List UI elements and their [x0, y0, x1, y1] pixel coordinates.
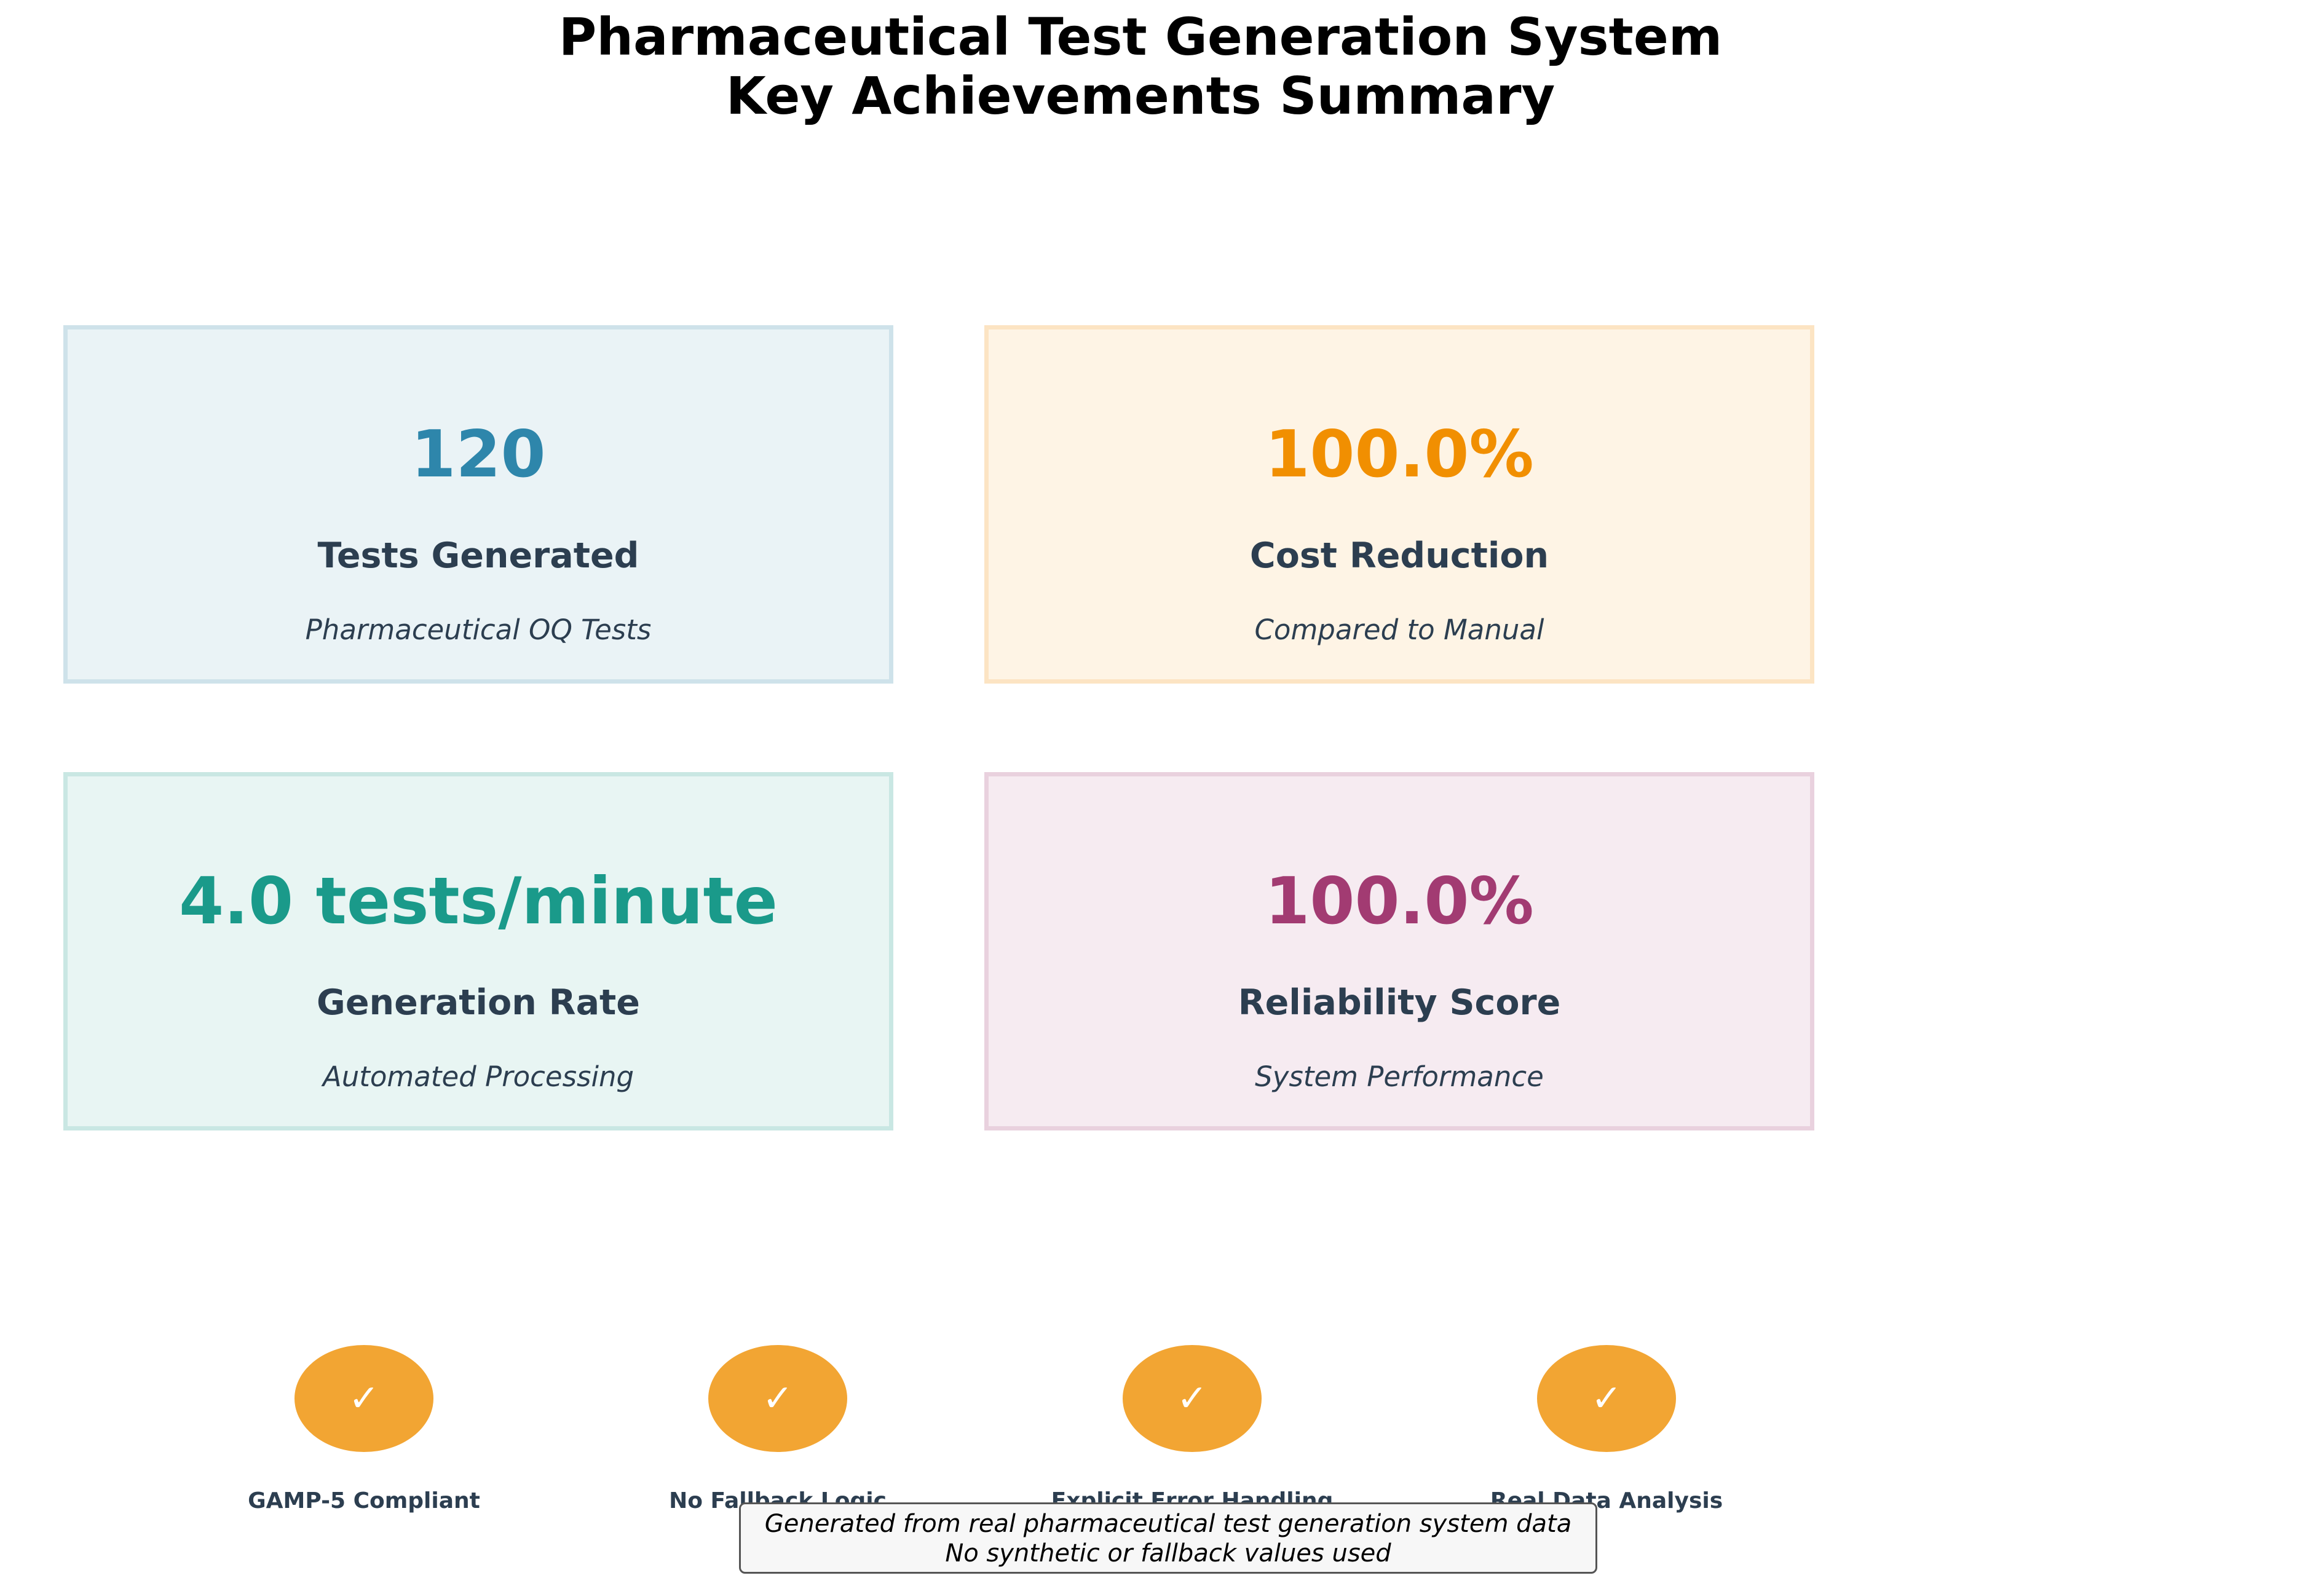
metric-label: Cost Reduction	[1249, 535, 1549, 576]
metric-description: Pharmaceutical OQ Tests	[305, 613, 652, 646]
footer-line: No synthetic or fallback values used	[945, 1539, 1391, 1568]
checkmark-icon: ✓	[1537, 1345, 1676, 1452]
metric-label: Generation Rate	[317, 982, 640, 1023]
checkmark-icon: ✓	[294, 1345, 433, 1452]
subtitle-line: Key Achievements Summary	[725, 66, 1555, 126]
metric-value: 100.0%	[1265, 417, 1534, 492]
metric-card-cost-reduction: 100.0% Cost Reduction Compared to Manual	[984, 325, 1814, 684]
metric-value: 100.0%	[1265, 864, 1534, 939]
footer-line: Generated from real pharmaceutical test …	[764, 1510, 1572, 1538]
footer-note: Generated from real pharmaceutical test …	[739, 1502, 1597, 1574]
metric-label: Tests Generated	[317, 535, 639, 576]
metric-description: Compared to Manual	[1254, 613, 1544, 646]
metric-value: 4.0 tests/minute	[179, 864, 778, 939]
metric-description: System Performance	[1255, 1060, 1544, 1093]
checkmark-icon: ✓	[708, 1345, 847, 1452]
metric-description: Automated Processing	[322, 1060, 634, 1093]
title-line: Pharmaceutical Test Generation System	[558, 7, 1723, 67]
metric-label: Reliability Score	[1238, 982, 1561, 1023]
checkmark-icon: ✓	[1123, 1345, 1262, 1452]
metric-card-tests-generated: 120 Tests Generated Pharmaceutical OQ Te…	[63, 325, 893, 684]
metric-value: 120	[411, 417, 546, 492]
metric-card-generation-rate: 4.0 tests/minute Generation Rate Automat…	[63, 772, 893, 1130]
chart-title: Pharmaceutical Test Generation System Ke…	[0, 7, 2281, 125]
metric-card-reliability-score: 100.0% Reliability Score System Performa…	[984, 772, 1814, 1130]
